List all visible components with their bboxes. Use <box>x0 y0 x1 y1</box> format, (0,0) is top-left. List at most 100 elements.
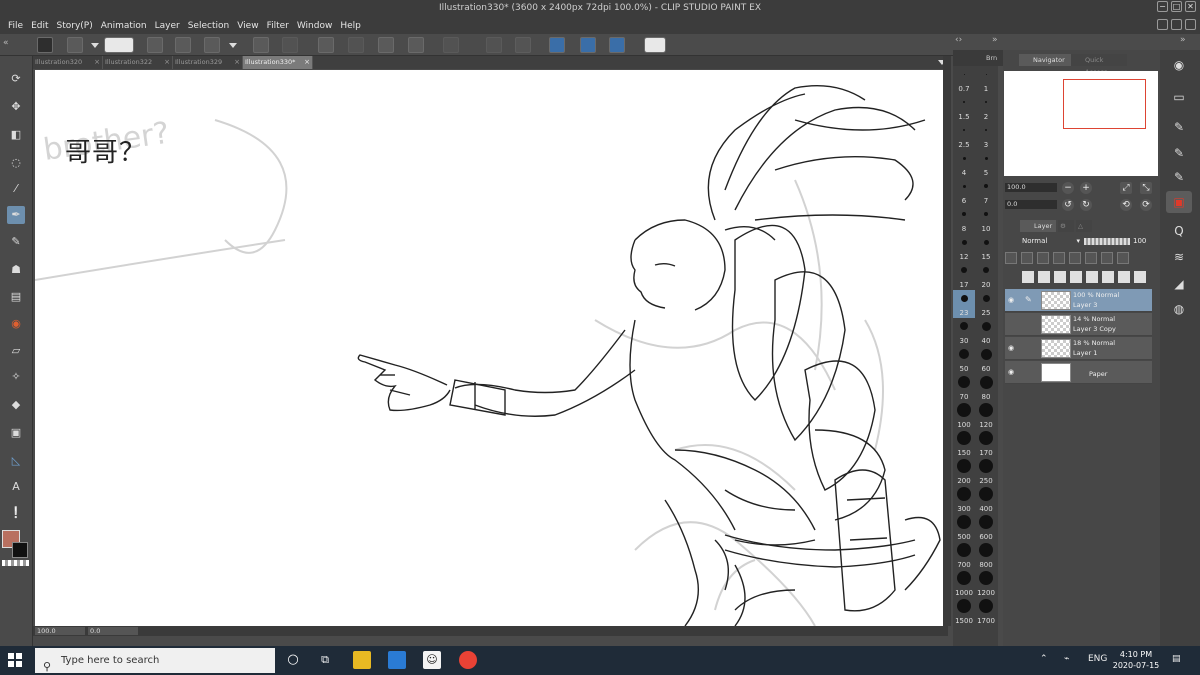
show-hidden-icons-icon[interactable]: ⌃ <box>1040 654 1048 664</box>
brush-size-1-5[interactable]: 1.5 <box>953 94 975 122</box>
doc-restore-icon[interactable] <box>1171 19 1182 30</box>
brush-size-1000[interactable]: 1000 <box>953 570 975 598</box>
navigator-panel-icon[interactable]: ▣ <box>1166 191 1192 213</box>
tab-close-icon[interactable]: × <box>94 56 100 69</box>
reset-view-icon[interactable]: ⟳ <box>1140 199 1152 211</box>
ruler-tool-icon[interactable]: ◺ <box>7 452 25 470</box>
decoration-tool-icon[interactable]: ◉ <box>7 315 25 333</box>
brush-size-400[interactable]: 400 <box>975 486 997 514</box>
brush-shape-icon[interactable]: ✎ <box>1166 166 1192 188</box>
apply-mask-icon[interactable] <box>1118 271 1130 283</box>
pen-tool-icon[interactable]: ✒ <box>7 206 25 224</box>
pencil-tool-icon[interactable]: ✎ <box>7 233 25 251</box>
open-file-icon[interactable] <box>175 37 191 53</box>
brush-size-500[interactable]: 500 <box>953 514 975 542</box>
menu-edit[interactable]: Edit <box>27 21 52 31</box>
text-tool-icon[interactable]: A <box>7 478 25 496</box>
invert-selection-icon[interactable] <box>486 37 502 53</box>
lock-layer-icon[interactable] <box>1069 252 1081 264</box>
selection-tool-icon[interactable]: ◧ <box>7 126 25 144</box>
mail-icon[interactable] <box>388 651 406 669</box>
layer-row[interactable]: ◉ Paper <box>1005 361 1152 384</box>
brush-size-6[interactable]: 6 <box>953 178 975 206</box>
brush-size-2-5[interactable]: 2.5 <box>953 122 975 150</box>
brush-size-170[interactable]: 170 <box>975 430 997 458</box>
snap-special-ruler-icon[interactable] <box>580 37 596 53</box>
brush-size-8[interactable]: 8 <box>953 206 975 234</box>
tab-quick-access[interactable]: Quick Access <box>1071 54 1127 76</box>
zoom-in-icon[interactable]: + <box>1080 182 1092 194</box>
brush-size-250[interactable]: 250 <box>975 458 997 486</box>
brush-size-150[interactable]: 150 <box>953 430 975 458</box>
brush-size-1500[interactable]: 1500 <box>953 598 975 626</box>
rotate-left-icon[interactable]: ↺ <box>1062 199 1074 211</box>
snap-ruler-icon[interactable] <box>549 37 565 53</box>
flip-vertical-icon[interactable]: ⤡ <box>1140 182 1152 194</box>
deselect-icon[interactable] <box>443 37 459 53</box>
brush-size-200[interactable]: 200 <box>953 458 975 486</box>
draft-layer-icon[interactable] <box>1053 252 1065 264</box>
transform-icon[interactable] <box>318 37 334 53</box>
drawing-canvas[interactable]: brother? 哥哥？ <box>35 70 943 626</box>
brush-size-40[interactable]: 40 <box>975 318 997 346</box>
zoom-tool-icon[interactable]: ⟳ <box>7 70 25 88</box>
expand-far-right-icon[interactable]: » <box>1180 35 1186 45</box>
opacity-slider[interactable] <box>1084 238 1130 245</box>
sub-color-swatch[interactable] <box>12 542 28 558</box>
navigator-angle-field[interactable]: 0.0 <box>1005 200 1057 209</box>
navigator-view-frame[interactable] <box>1063 79 1146 129</box>
brush-size-30[interactable]: 30 <box>953 318 975 346</box>
restore-button[interactable]: □ <box>1171 1 1182 12</box>
chrome-icon[interactable] <box>459 651 477 669</box>
lasso-tool-icon[interactable]: ◌ <box>7 154 25 172</box>
show-selection-icon[interactable] <box>515 37 531 53</box>
mask-enable-icon[interactable] <box>1101 252 1113 264</box>
brush-size-1700[interactable]: 1700 <box>975 598 997 626</box>
clip-assets-icon[interactable] <box>104 37 134 53</box>
new-window-icon[interactable] <box>67 37 83 53</box>
brush-size-25[interactable]: 25 <box>975 290 997 318</box>
brush-size-1200[interactable]: 1200 <box>975 570 997 598</box>
brush-size-3[interactable]: 3 <box>975 122 997 150</box>
navigator-preview[interactable] <box>1004 71 1158 176</box>
tab-layer[interactable]: Layer <box>1020 220 1056 232</box>
clip-studio-icon[interactable] <box>37 37 53 53</box>
file-explorer-icon[interactable] <box>353 651 371 669</box>
layer-mask-icon[interactable] <box>1102 271 1114 283</box>
lock-transparency-icon[interactable] <box>1085 252 1097 264</box>
new-raster-layer-icon[interactable] <box>1022 271 1034 283</box>
brush-size-100[interactable]: 100 <box>953 402 975 430</box>
tab-layer-search-icon[interactable]: △ <box>1076 220 1092 232</box>
tab-illustration322[interactable]: Illustration322 × <box>103 56 173 69</box>
doc-minimize-icon[interactable] <box>1157 19 1168 30</box>
brush-size-700[interactable]: 700 <box>953 542 975 570</box>
layer-panel-icon[interactable]: ≋ <box>1166 246 1192 268</box>
menu-file[interactable]: File <box>4 21 27 31</box>
tab-navigator[interactable]: Navigator <box>1019 54 1071 66</box>
brush-size-70[interactable]: 70 <box>953 374 975 402</box>
expand-right-icon[interactable]: » <box>992 35 998 45</box>
clip-layer-icon[interactable] <box>1021 252 1033 264</box>
layer-row[interactable]: 14 % Normal Layer 3 Copy <box>1005 313 1152 336</box>
balloon-tool-icon[interactable]: ❕ <box>7 504 25 522</box>
tab-close-icon[interactable]: × <box>304 56 310 69</box>
brush-size-1[interactable]: 1 <box>975 66 997 94</box>
eye-icon[interactable]: ◉ <box>1008 344 1016 352</box>
new-file-icon[interactable] <box>147 37 163 53</box>
flip-horizontal-icon[interactable]: ⤢ <box>1120 182 1132 194</box>
menu-animation[interactable]: Animation <box>97 21 151 31</box>
brush-size-600[interactable]: 600 <box>975 514 997 542</box>
clip-studio-taskbar-icon[interactable]: ☺ <box>423 651 441 669</box>
layer-row[interactable]: ◉ ✎ 100 % Normal Layer 3 <box>1005 289 1152 312</box>
minimize-button[interactable]: − <box>1157 1 1168 12</box>
brush-tool-icon[interactable]: ☗ <box>7 261 25 279</box>
brush-size-80[interactable]: 80 <box>975 374 997 402</box>
reset-rotation-icon[interactable]: ⟲ <box>1120 199 1132 211</box>
close-button[interactable]: ✕ <box>1185 1 1196 12</box>
doc-close-icon[interactable] <box>1185 19 1196 30</box>
brush-size-5[interactable]: 5 <box>975 150 997 178</box>
fill-tool-icon[interactable]: ◆ <box>7 396 25 414</box>
tab-illustration329[interactable]: Illustration329 × <box>173 56 243 69</box>
zoom-out-icon[interactable]: − <box>1062 182 1074 194</box>
brush-preview-icon[interactable]: ◉ <box>1166 54 1192 76</box>
